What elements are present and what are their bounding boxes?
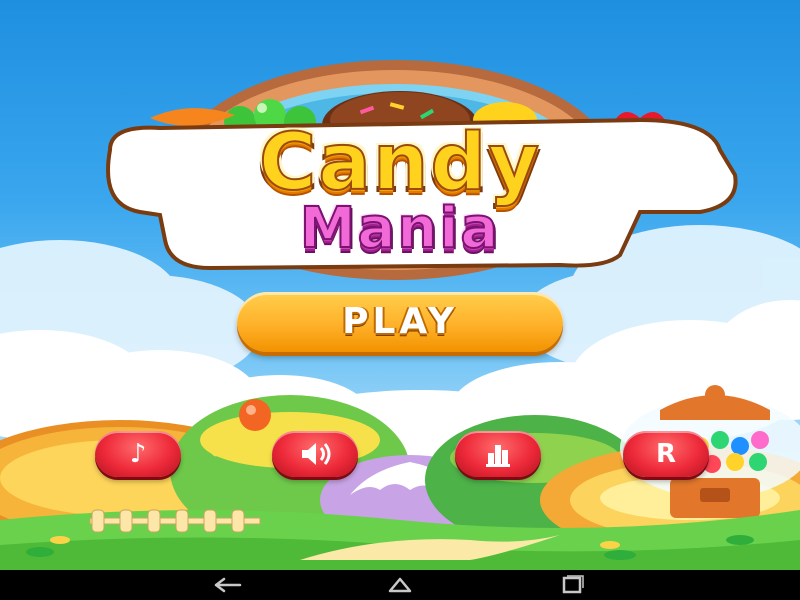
speaker-icon (302, 443, 331, 465)
cherry-top (239, 399, 271, 431)
title-mania: Mania (299, 195, 501, 262)
back-nav-button[interactable] (208, 575, 248, 595)
rate-icon: R (655, 439, 677, 469)
rate-button[interactable]: R (623, 431, 709, 477)
sound-button[interactable] (272, 431, 358, 477)
music-button[interactable]: ♪ (95, 431, 181, 477)
play-button[interactable]: PLAY (237, 292, 563, 352)
game-screen: Candy Mania PLAY ♪ R (0, 0, 800, 570)
recents-nav-button[interactable] (552, 575, 592, 595)
android-navbar (0, 570, 800, 600)
leaderboard-icon (486, 445, 510, 467)
home-nav-button[interactable] (380, 575, 420, 595)
back-arrow-icon (214, 577, 242, 593)
home-icon (388, 577, 412, 593)
music-note-icon: ♪ (129, 439, 147, 469)
leaderboard-button[interactable] (455, 431, 541, 477)
title-candy: Candy (258, 117, 542, 209)
play-button-label: PLAY (342, 301, 458, 342)
recent-apps-icon (562, 575, 584, 594)
